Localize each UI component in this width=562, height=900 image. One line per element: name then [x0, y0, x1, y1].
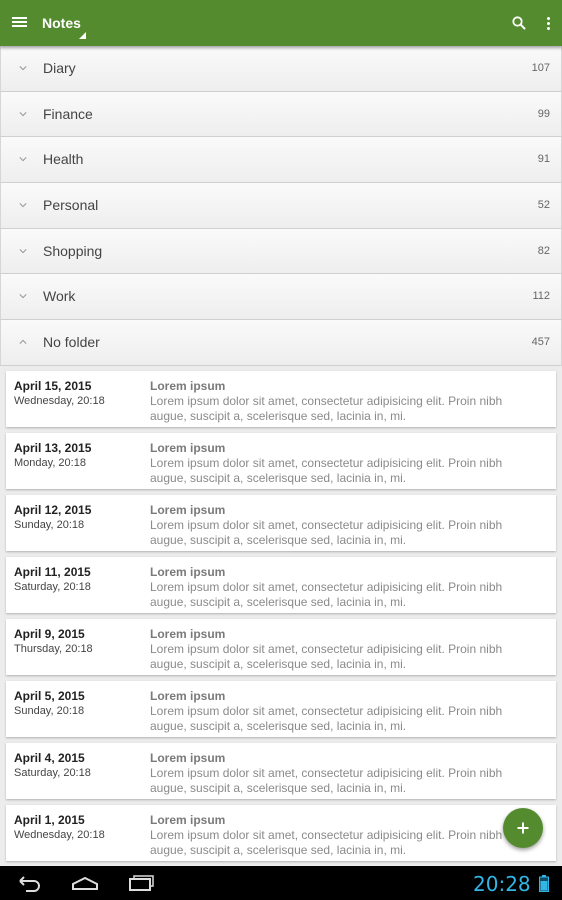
folder-name: Shopping: [43, 242, 103, 259]
chevron-down-icon: [19, 248, 27, 254]
folder-count: 82: [537, 244, 550, 257]
hamburger-menu-icon[interactable]: [8, 9, 32, 35]
note-day-time: Thursday, 20:18: [14, 643, 93, 655]
note-day-time: Wednesday, 20:18: [14, 395, 105, 407]
note-card[interactable]: April 12, 2015 Sunday, 20:18 Lorem ipsum Lo…: [6, 495, 556, 551]
folder-name: Work: [43, 288, 76, 305]
folder-count: 52: [537, 199, 550, 212]
battery-icon: [539, 875, 549, 892]
note-date: April 9, 2015: [14, 627, 85, 641]
note-title: Lorem ipsum: [150, 627, 226, 641]
chevron-down-icon: [19, 111, 27, 117]
note-day-time: Sunday, 20:18: [14, 705, 85, 717]
folder-count: 91: [537, 153, 550, 166]
app-bar: Notes: [0, 0, 562, 46]
note-title: Lorem ipsum: [150, 441, 226, 455]
note-day-time: Saturday, 20:18: [14, 767, 91, 779]
folder-name: Finance: [43, 105, 93, 122]
chevron-down-icon: [19, 66, 27, 71]
note-day-time: Saturday, 20:18: [14, 581, 91, 593]
folder-name: Health: [43, 151, 84, 168]
note-card[interactable]: April 4, 2015 Saturday, 20:18 Lorem ipsum L…: [6, 743, 556, 799]
chevron-down-icon: [19, 203, 27, 208]
note-date: April 15, 2015: [14, 379, 92, 393]
note-body: Lorem ipsum dolor sit amet, consectetur …: [150, 394, 503, 423]
note-body: Lorem ipsum dolor sit amet, consectetur …: [150, 580, 503, 609]
add-note-button[interactable]: [503, 808, 543, 848]
folder-row-finance[interactable]: Finance 99: [0, 91, 562, 138]
chevron-up-icon: [19, 339, 27, 345]
back-icon[interactable]: [14, 873, 44, 893]
note-date: April 1, 2015: [14, 813, 85, 827]
recent-apps-icon[interactable]: [126, 873, 156, 893]
note-day-time: Sunday, 20:18: [14, 519, 85, 531]
note-body: Lorem ipsum dolor sit amet, consectetur …: [150, 704, 503, 733]
clock: 20:28: [473, 872, 531, 896]
note-title: Lorem ipsum: [150, 503, 226, 517]
note-date: April 11, 2015: [14, 565, 91, 579]
overflow-menu-icon[interactable]: [540, 12, 558, 34]
folder-count: 112: [532, 290, 550, 303]
note-date: April 4, 2015: [14, 751, 85, 765]
folder-name: Personal: [43, 197, 99, 214]
chevron-down-icon: [19, 294, 27, 299]
note-day-time: Monday, 20:18: [14, 457, 86, 469]
note-day-time: Wednesday, 20:18: [14, 829, 105, 841]
note-body: Lorem ipsum dolor sit amet, consectetur …: [150, 518, 503, 547]
folder-spinner[interactable]: Notes: [42, 0, 92, 46]
system-navigation-bar: 20:28: [0, 866, 562, 900]
note-card[interactable]: April 13, 2015 Monday, 20:18 Lorem ipsum Lo…: [6, 433, 556, 489]
note-title: Lorem ipsum: [150, 565, 226, 579]
folder-row-personal[interactable]: Personal 52: [0, 183, 562, 229]
note-title: Lorem ipsum: [150, 379, 226, 393]
folder-row-health[interactable]: Health 91: [0, 137, 562, 184]
folder-row-shopping[interactable]: Shopping 82: [0, 228, 562, 275]
note-body: Lorem ipsum dolor sit amet, consectetur …: [150, 766, 503, 795]
note-date: April 5, 2015: [14, 689, 85, 703]
note-title: Lorem ipsum: [150, 689, 226, 703]
note-title: Lorem ipsum: [150, 751, 226, 765]
app-title: Notes: [42, 15, 81, 31]
note-date: April 12, 2015: [14, 503, 92, 517]
folder-row-no-folder[interactable]: No folder 457: [0, 320, 562, 366]
spinner-arrow-icon: [79, 32, 86, 39]
folder-count: 457: [531, 336, 550, 349]
home-icon[interactable]: [70, 873, 100, 893]
folder-row-work[interactable]: Work 112: [0, 274, 562, 321]
note-body: Lorem ipsum dolor sit amet, consectetur …: [150, 456, 503, 485]
note-card[interactable]: April 11, 2015 Saturday, 20:18 Lorem ipsum…: [6, 557, 556, 613]
note-title: Lorem ipsum: [150, 813, 226, 827]
note-body: Lorem ipsum dolor sit amet, consectetur …: [150, 828, 503, 857]
note-body: Lorem ipsum dolor sit amet, consectetur …: [150, 642, 503, 671]
note-card[interactable]: April 5, 2015 Sunday, 20:18 Lorem ipsum Lor…: [6, 681, 556, 737]
note-date: April 13, 2015: [14, 441, 92, 455]
folder-count: 107: [531, 62, 550, 74]
search-icon[interactable]: [508, 12, 530, 34]
folder-row-diary[interactable]: Diary 107: [0, 46, 562, 92]
add-icon: [517, 822, 529, 834]
folder-name: Diary: [43, 60, 76, 76]
folder-count: 99: [537, 107, 550, 120]
folder-name: No folder: [43, 334, 100, 351]
chevron-down-icon: [19, 157, 27, 162]
note-card[interactable]: April 1, 2015 Wednesday, 20:18 Lorem ipsum…: [6, 805, 556, 861]
note-card[interactable]: April 9, 2015 Thursday, 20:18 Lorem ipsum L…: [6, 619, 556, 675]
folder-list: Diary 107 Finance 99 Health 91 Personal 52 Shopp…: [0, 46, 562, 366]
note-card[interactable]: April 15, 2015 Wednesday, 20:18 Lorem ipsu…: [6, 371, 556, 427]
